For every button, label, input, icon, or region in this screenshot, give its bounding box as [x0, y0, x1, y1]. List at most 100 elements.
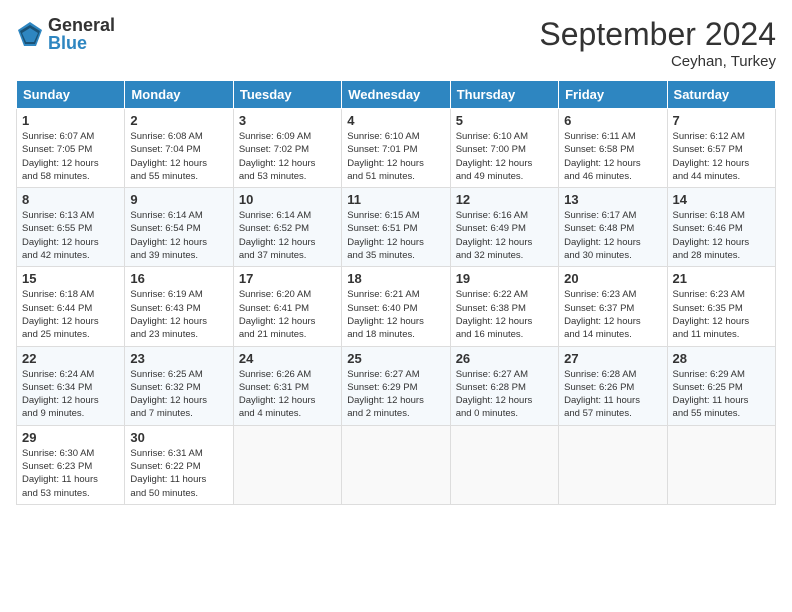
calendar-cell: 28 Sunrise: 6:29 AMSunset: 6:25 PMDayligh… [667, 346, 775, 425]
day-number: 25 [347, 351, 444, 366]
day-number: 18 [347, 271, 444, 286]
day-number: 26 [456, 351, 553, 366]
calendar-table: SundayMondayTuesdayWednesdayThursdayFrid… [16, 80, 776, 505]
day-info: Sunrise: 6:14 AMSunset: 6:54 PMDaylight:… [130, 209, 227, 262]
calendar-cell: 20 Sunrise: 6:23 AMSunset: 6:37 PMDayligh… [559, 267, 667, 346]
calendar-cell: 30 Sunrise: 6:31 AMSunset: 6:22 PMDayligh… [125, 425, 233, 504]
day-header-sunday: Sunday [17, 81, 125, 109]
calendar-cell: 8 Sunrise: 6:13 AMSunset: 6:55 PMDaylight… [17, 188, 125, 267]
day-info: Sunrise: 6:18 AMSunset: 6:46 PMDaylight:… [673, 209, 770, 262]
day-number: 4 [347, 113, 444, 128]
calendar-cell: 4 Sunrise: 6:10 AMSunset: 7:01 PMDaylight… [342, 109, 450, 188]
calendar-cell: 1 Sunrise: 6:07 AMSunset: 7:05 PMDaylight… [17, 109, 125, 188]
calendar-cell: 29 Sunrise: 6:30 AMSunset: 6:23 PMDayligh… [17, 425, 125, 504]
calendar-cell: 3 Sunrise: 6:09 AMSunset: 7:02 PMDaylight… [233, 109, 341, 188]
day-info: Sunrise: 6:21 AMSunset: 6:40 PMDaylight:… [347, 288, 444, 341]
calendar-cell: 10 Sunrise: 6:14 AMSunset: 6:52 PMDayligh… [233, 188, 341, 267]
day-number: 12 [456, 192, 553, 207]
day-header-wednesday: Wednesday [342, 81, 450, 109]
calendar-cell: 24 Sunrise: 6:26 AMSunset: 6:31 PMDayligh… [233, 346, 341, 425]
calendar-cell: 11Sunrise: 6:15 AMSunset: 6:51 PMDayligh… [342, 188, 450, 267]
day-info: Sunrise: 6:26 AMSunset: 6:31 PMDaylight:… [239, 368, 336, 421]
calendar-cell: 27 Sunrise: 6:28 AMSunset: 6:26 PMDayligh… [559, 346, 667, 425]
calendar-cell: 13 Sunrise: 6:17 AMSunset: 6:48 PMDayligh… [559, 188, 667, 267]
calendar-cell: 7 Sunrise: 6:12 AMSunset: 6:57 PMDaylight… [667, 109, 775, 188]
logo-general: General [48, 16, 115, 34]
logo-blue: Blue [48, 34, 115, 52]
calendar-week-5: 29 Sunrise: 6:30 AMSunset: 6:23 PMDayligh… [17, 425, 776, 504]
day-number: 6 [564, 113, 661, 128]
day-number: 5 [456, 113, 553, 128]
calendar-cell: 26 Sunrise: 6:27 AMSunset: 6:28 PMDayligh… [450, 346, 558, 425]
day-number: 17 [239, 271, 336, 286]
day-info: Sunrise: 6:13 AMSunset: 6:55 PMDaylight:… [22, 209, 119, 262]
day-info: Sunrise: 6:09 AMSunset: 7:02 PMDaylight:… [239, 130, 336, 183]
day-number: 29 [22, 430, 119, 445]
day-number: 28 [673, 351, 770, 366]
calendar-cell [559, 425, 667, 504]
day-info: Sunrise: 6:27 AMSunset: 6:28 PMDaylight:… [456, 368, 553, 421]
day-number: 30 [130, 430, 227, 445]
day-number: 15 [22, 271, 119, 286]
day-info: Sunrise: 6:10 AMSunset: 7:01 PMDaylight:… [347, 130, 444, 183]
day-number: 27 [564, 351, 661, 366]
calendar-cell: 9 Sunrise: 6:14 AMSunset: 6:54 PMDaylight… [125, 188, 233, 267]
calendar-header-row: SundayMondayTuesdayWednesdayThursdayFrid… [17, 81, 776, 109]
day-header-friday: Friday [559, 81, 667, 109]
calendar-week-3: 15 Sunrise: 6:18 AMSunset: 6:44 PMDayligh… [17, 267, 776, 346]
day-number: 23 [130, 351, 227, 366]
calendar-cell: 18 Sunrise: 6:21 AMSunset: 6:40 PMDayligh… [342, 267, 450, 346]
title-area: September 2024 Ceyhan, Turkey [539, 16, 776, 70]
day-info: Sunrise: 6:17 AMSunset: 6:48 PMDaylight:… [564, 209, 661, 262]
calendar-cell: 21 Sunrise: 6:23 AMSunset: 6:35 PMDayligh… [667, 267, 775, 346]
day-info: Sunrise: 6:23 AMSunset: 6:37 PMDaylight:… [564, 288, 661, 341]
day-header-monday: Monday [125, 81, 233, 109]
day-info: Sunrise: 6:07 AMSunset: 7:05 PMDaylight:… [22, 130, 119, 183]
calendar-cell: 15 Sunrise: 6:18 AMSunset: 6:44 PMDayligh… [17, 267, 125, 346]
day-info: Sunrise: 6:18 AMSunset: 6:44 PMDaylight:… [22, 288, 119, 341]
day-number: 9 [130, 192, 227, 207]
day-number: 1 [22, 113, 119, 128]
day-info: Sunrise: 6:08 AMSunset: 7:04 PMDaylight:… [130, 130, 227, 183]
location: Ceyhan, Turkey [539, 53, 776, 70]
calendar-cell: 17Sunrise: 6:20 AMSunset: 6:41 PMDayligh… [233, 267, 341, 346]
month-title: September 2024 [539, 16, 776, 53]
day-info: Sunrise: 6:14 AMSunset: 6:52 PMDaylight:… [239, 209, 336, 262]
calendar-cell: 16Sunrise: 6:19 AMSunset: 6:43 PMDayligh… [125, 267, 233, 346]
day-number: 3 [239, 113, 336, 128]
calendar-cell [342, 425, 450, 504]
day-info: Sunrise: 6:12 AMSunset: 6:57 PMDaylight:… [673, 130, 770, 183]
day-number: 2 [130, 113, 227, 128]
calendar-cell: 5Sunrise: 6:10 AMSunset: 7:00 PMDaylight… [450, 109, 558, 188]
calendar-cell: 19 Sunrise: 6:22 AMSunset: 6:38 PMDayligh… [450, 267, 558, 346]
day-info: Sunrise: 6:27 AMSunset: 6:29 PMDaylight:… [347, 368, 444, 421]
day-number: 7 [673, 113, 770, 128]
calendar-cell: 14Sunrise: 6:18 AMSunset: 6:46 PMDayligh… [667, 188, 775, 267]
day-info: Sunrise: 6:11 AMSunset: 6:58 PMDaylight:… [564, 130, 661, 183]
day-info: Sunrise: 6:30 AMSunset: 6:23 PMDaylight:… [22, 447, 119, 500]
day-info: Sunrise: 6:22 AMSunset: 6:38 PMDaylight:… [456, 288, 553, 341]
day-info: Sunrise: 6:31 AMSunset: 6:22 PMDaylight:… [130, 447, 227, 500]
day-number: 22 [22, 351, 119, 366]
day-number: 24 [239, 351, 336, 366]
calendar-cell [233, 425, 341, 504]
day-info: Sunrise: 6:23 AMSunset: 6:35 PMDaylight:… [673, 288, 770, 341]
day-number: 21 [673, 271, 770, 286]
day-info: Sunrise: 6:24 AMSunset: 6:34 PMDaylight:… [22, 368, 119, 421]
day-number: 19 [456, 271, 553, 286]
day-number: 10 [239, 192, 336, 207]
calendar-week-2: 8 Sunrise: 6:13 AMSunset: 6:55 PMDaylight… [17, 188, 776, 267]
day-number: 20 [564, 271, 661, 286]
calendar-cell: 25 Sunrise: 6:27 AMSunset: 6:29 PMDayligh… [342, 346, 450, 425]
day-info: Sunrise: 6:16 AMSunset: 6:49 PMDaylight:… [456, 209, 553, 262]
day-number: 13 [564, 192, 661, 207]
day-info: Sunrise: 6:28 AMSunset: 6:26 PMDaylight:… [564, 368, 661, 421]
day-header-saturday: Saturday [667, 81, 775, 109]
calendar-week-4: 22 Sunrise: 6:24 AMSunset: 6:34 PMDayligh… [17, 346, 776, 425]
calendar-cell: 22 Sunrise: 6:24 AMSunset: 6:34 PMDayligh… [17, 346, 125, 425]
day-info: Sunrise: 6:25 AMSunset: 6:32 PMDaylight:… [130, 368, 227, 421]
day-number: 11 [347, 192, 444, 207]
day-number: 8 [22, 192, 119, 207]
day-info: Sunrise: 6:29 AMSunset: 6:25 PMDaylight:… [673, 368, 770, 421]
day-info: Sunrise: 6:19 AMSunset: 6:43 PMDaylight:… [130, 288, 227, 341]
